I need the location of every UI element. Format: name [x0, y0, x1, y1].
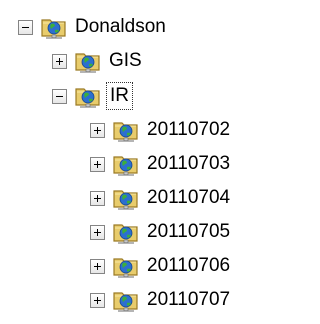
- tree-node-ir[interactable]: IR: [52, 79, 133, 113]
- network-folder-icon: [75, 88, 100, 108]
- network-folder-icon: [41, 19, 66, 39]
- tree-node-label: 20110705: [147, 221, 231, 242]
- network-folder-icon: [113, 224, 138, 244]
- tree-node-label: IR: [106, 82, 133, 110]
- network-folder-icon: [113, 258, 138, 278]
- network-folder-icon: [113, 190, 138, 210]
- tree-node-gis[interactable]: GIS: [52, 44, 142, 78]
- tree-node-donaldson[interactable]: Donaldson: [18, 10, 166, 44]
- tree-node-20110704[interactable]: 20110704: [90, 181, 230, 215]
- tree-node-label: 20110703: [147, 153, 231, 174]
- minus-box-icon[interactable]: [18, 19, 33, 35]
- network-folder-icon: [113, 156, 138, 176]
- network-folder-icon: [113, 292, 138, 312]
- plus-box-icon[interactable]: [90, 156, 105, 172]
- tree-node-label: GIS: [109, 50, 142, 71]
- plus-box-icon[interactable]: [90, 190, 105, 206]
- tree-node-label: 20110706: [147, 255, 231, 276]
- network-folder-icon: [113, 122, 138, 142]
- tree-node-20110703[interactable]: 20110703: [90, 147, 230, 181]
- tree-node-20110705[interactable]: 20110705: [90, 215, 230, 249]
- minus-box-icon[interactable]: [52, 88, 67, 104]
- tree-node-label: 20110702: [147, 119, 231, 140]
- tree-node-label: Donaldson: [75, 16, 166, 37]
- tree-node-label: 20110704: [147, 187, 231, 208]
- network-folder-icon: [75, 53, 100, 73]
- tree-view: Donaldson GIS IR 20110702 20110703 20110…: [0, 0, 263, 324]
- tree-node-20110702[interactable]: 20110702: [90, 113, 230, 147]
- plus-box-icon[interactable]: [90, 258, 105, 274]
- tree-node-20110706[interactable]: 20110706: [90, 249, 230, 283]
- plus-box-icon[interactable]: [90, 224, 105, 240]
- plus-box-icon[interactable]: [90, 122, 105, 138]
- tree-node-20110707[interactable]: 20110707: [90, 283, 230, 317]
- plus-box-icon[interactable]: [52, 53, 67, 69]
- tree-node-label: 20110707: [147, 289, 231, 310]
- plus-box-icon[interactable]: [90, 292, 105, 308]
